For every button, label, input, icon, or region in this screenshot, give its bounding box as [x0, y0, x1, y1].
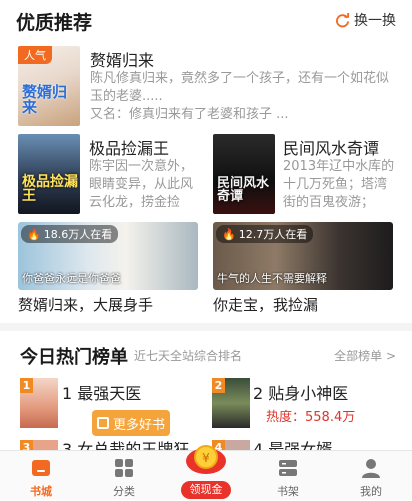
section-divider [0, 323, 412, 331]
featured-desc: 陈凡修真归来，竟然多了一个孩子，还有一个如花似玉的老婆..... [90, 71, 390, 104]
hot-count-2: 12.7万人在看 [238, 228, 308, 241]
nav-label-bookshelf: 书架 [277, 485, 299, 498]
banner-title-1[interactable]: 赘婿归来，大展身手 [18, 294, 153, 315]
hot-badge-2: 🔥 12.7万人在看 [216, 225, 314, 243]
bookstore-icon [32, 460, 50, 476]
refresh-icon [336, 12, 350, 27]
nav-cash[interactable]: ¥ 领现金 [171, 445, 241, 501]
video-banner-2[interactable]: 🔥 12.7万人在看 牛气的人生不需要解释 [213, 222, 393, 290]
rank-title-1[interactable]: 1 最强天医 [62, 380, 141, 404]
nav-bookshelf[interactable]: 书架 [253, 451, 323, 501]
rank-badge-1: 1 [20, 378, 33, 393]
nav-label-profile: 我的 [360, 485, 382, 498]
featured-alias: 又名：修真归来有了老婆和孩子 ... [90, 107, 289, 122]
flame-icon: 🔥 [27, 227, 41, 241]
hot-badge-1: 🔥 18.6万人在看 [21, 225, 119, 243]
book-icon [96, 417, 109, 429]
nav-bookstore[interactable]: 书城 [6, 451, 76, 501]
bookshelf-icon [279, 460, 297, 476]
hot-count-1: 18.6万人在看 [43, 228, 113, 241]
rank-cover-2[interactable]: 2 [212, 378, 250, 428]
rank-badge-2: 2 [212, 378, 225, 393]
rank-title-4[interactable]: 4 最强女婿 [253, 440, 332, 450]
profile-icon [362, 459, 380, 478]
banner-caption-2: 牛气的人生不需要解释 [217, 272, 327, 285]
rank-title-2[interactable]: 2 贴身小神医 [253, 380, 348, 404]
rank-cover-1[interactable]: 1 [20, 378, 58, 428]
book-cover-1[interactable]: 极品捡漏王 [18, 134, 80, 214]
gold-coin-icon: ¥ [186, 445, 226, 474]
refresh-label: 换一换 [354, 13, 396, 29]
popular-tag: 人气 [18, 46, 52, 64]
flame-icon: 🔥 [222, 227, 236, 241]
featured-cover-text: 赘婿归来 [22, 82, 68, 117]
banner-title-2[interactable]: 你走宝，我捡漏 [213, 294, 318, 315]
featured-cover[interactable]: 人气 赘婿归来 [18, 46, 80, 126]
refresh-button[interactable]: 换一换 [335, 10, 396, 30]
book-desc-2: 2013年辽中水库的十几万死鱼；塔湾街的百鬼夜游；文... [283, 159, 395, 210]
all-rankings-link[interactable]: 全部榜单 > [334, 347, 396, 364]
featured-title[interactable]: 赘婿归来 [90, 47, 154, 71]
section-title-recommend: 优质推荐 [16, 12, 93, 34]
book-title-2[interactable]: 民间风水奇谭 [283, 135, 379, 159]
nav-label-cash: 领现金 [181, 481, 231, 499]
book-desc-1: 陈宇因一次意外，眼睛变异，从此风云化龙，捞金捡漏... [89, 159, 194, 210]
video-banner-1[interactable]: 🔥 18.6万人在看 你爸爸永远是你爸爸 [18, 222, 198, 290]
banner-caption-1: 你爸爸永远是你爸爸 [22, 272, 121, 285]
book-cover-text-2: 民间风水奇谭 [217, 175, 270, 205]
more-books-button[interactable]: 更多好书 [92, 410, 170, 436]
nav-label-bookstore: 书城 [30, 485, 52, 498]
bottom-nav: 书城 分类 ¥ 领现金 书架 我的 [0, 445, 412, 501]
book-cover-text-1: 极品捡漏王 [22, 173, 78, 205]
rank-heat-2: 热度：558.4万 [266, 410, 356, 425]
category-icon [115, 459, 133, 477]
ranking-title: 今日热门榜单 [20, 347, 128, 368]
nav-category[interactable]: 分类 [89, 451, 159, 501]
book-title-1[interactable]: 极品捡漏王 [89, 135, 169, 159]
rank-title-3[interactable]: 3 女总裁的王牌狂 [62, 440, 189, 450]
nav-label-category: 分类 [113, 485, 135, 498]
svg-text:¥: ¥ [202, 451, 210, 465]
ranking-subtitle: 近七天全站综合排名 [134, 349, 243, 363]
nav-profile[interactable]: 我的 [336, 451, 406, 501]
more-books-label: 更多好书 [112, 417, 165, 433]
book-cover-2[interactable]: 民间风水奇谭 [213, 134, 275, 214]
